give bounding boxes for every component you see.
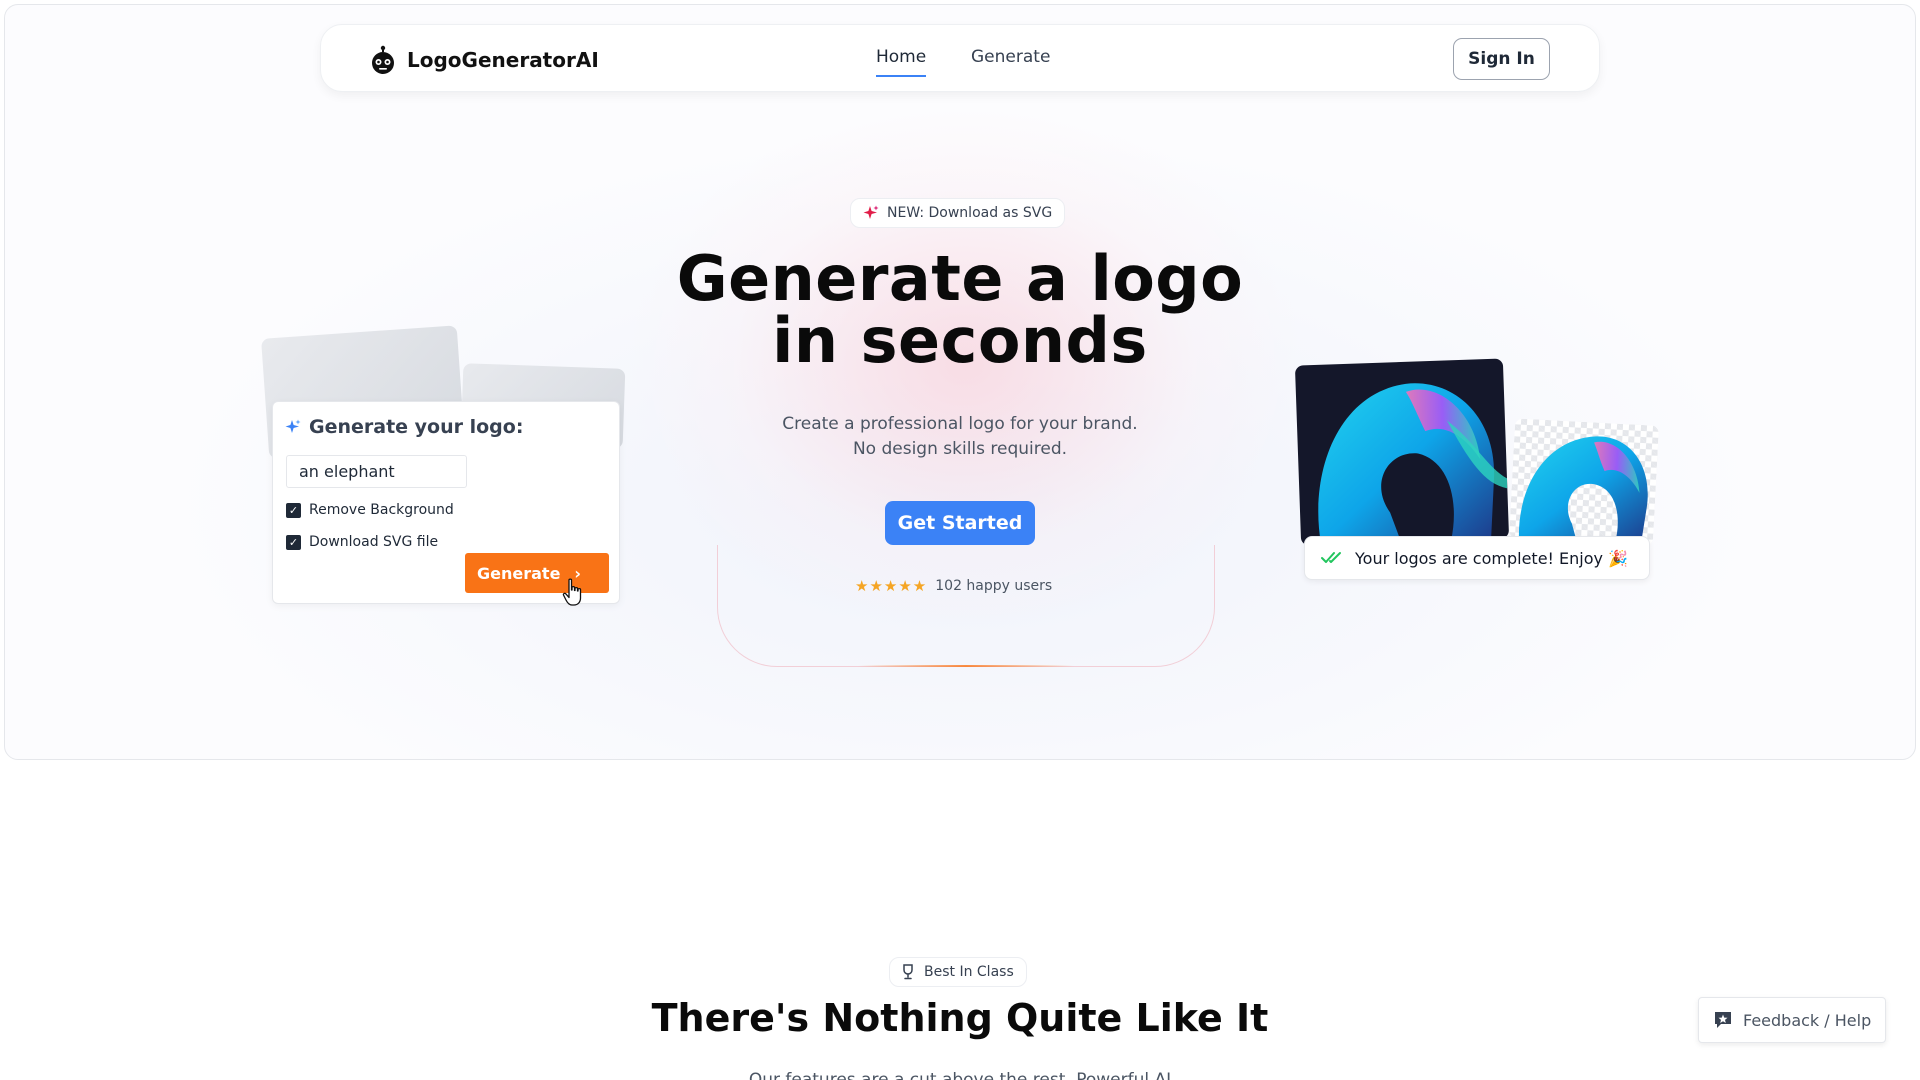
toast-text: Your logos are complete! Enjoy 🎉 bbox=[1355, 548, 1628, 568]
generator-title-text: Generate your logo: bbox=[309, 416, 524, 438]
elephant-logo-art bbox=[1318, 383, 1508, 545]
badge-label: NEW: Download as SVG bbox=[887, 205, 1053, 221]
brand[interactable]: LogoGeneratorAI bbox=[369, 45, 599, 75]
generator-title: Generate your logo: bbox=[285, 416, 523, 438]
decorative-arc bbox=[717, 545, 1215, 667]
brand-name: LogoGeneratorAI bbox=[407, 48, 599, 72]
features-title: There's Nothing Quite Like It bbox=[651, 996, 1269, 1040]
sparkle-icon bbox=[863, 205, 879, 219]
hero-subtext: Create a professional logo for your bran… bbox=[660, 412, 1260, 462]
remove-background-option[interactable]: ✓ Remove Background bbox=[286, 502, 454, 518]
hand-pointer-icon bbox=[562, 578, 582, 606]
hero-headline: Generate a logo in seconds bbox=[560, 248, 1360, 372]
subtext-line-2: No design skills required. bbox=[852, 439, 1068, 459]
sign-in-button[interactable]: Sign In bbox=[1453, 38, 1550, 80]
features-subtitle: Our features are a cut above the rest. P… bbox=[748, 1070, 1172, 1080]
logo-prompt-input[interactable] bbox=[286, 455, 467, 488]
generate-button-label: Generate bbox=[477, 563, 561, 583]
navbar: LogoGeneratorAI Home Generate Sign In bbox=[320, 24, 1600, 92]
double-check-icon bbox=[1321, 552, 1341, 563]
elephant-logo-image bbox=[1294, 358, 1510, 546]
generate-button[interactable]: Generate › bbox=[465, 553, 609, 593]
rating: ★★★★★ 102 happy users bbox=[855, 577, 1052, 595]
feedback-help-button[interactable]: Feedback / Help bbox=[1698, 997, 1886, 1043]
headline-line-2: in seconds bbox=[772, 304, 1148, 377]
option-label: Remove Background bbox=[309, 502, 454, 518]
checkbox-checked-icon[interactable]: ✓ bbox=[286, 502, 301, 518]
nav-generate-link[interactable]: Generate bbox=[971, 47, 1050, 67]
nav-home-link[interactable]: Home bbox=[876, 47, 927, 77]
sparkle-icon bbox=[285, 419, 301, 433]
subtext-line-1: Create a professional logo for your bran… bbox=[782, 414, 1138, 434]
elephant-logo-art bbox=[1518, 436, 1648, 546]
trophy-icon bbox=[903, 964, 913, 980]
download-svg-option[interactable]: ✓ Download SVG file bbox=[286, 534, 438, 550]
rating-text: 102 happy users bbox=[935, 578, 1053, 594]
get-started-button[interactable]: Get Started bbox=[885, 501, 1035, 545]
feedback-label: Feedback / Help bbox=[1743, 1010, 1872, 1030]
star-rating-icon: ★★★★★ bbox=[855, 577, 928, 595]
logos-complete-toast: Your logos are complete! Enjoy 🎉 bbox=[1304, 536, 1650, 580]
checkbox-checked-icon[interactable]: ✓ bbox=[286, 534, 301, 550]
new-feature-badge: NEW: Download as SVG bbox=[850, 198, 1066, 228]
feedback-star-icon bbox=[1715, 1012, 1731, 1028]
section-badge-label: Best In Class bbox=[924, 964, 1014, 980]
best-in-class-badge: Best In Class bbox=[889, 957, 1027, 987]
robot-logo-icon bbox=[372, 45, 394, 74]
elephant-logo-transparent-image bbox=[1508, 418, 1660, 546]
option-label: Download SVG file bbox=[309, 534, 439, 550]
generator-preview-card: Generate your logo: ✓ Remove Background … bbox=[272, 401, 620, 604]
